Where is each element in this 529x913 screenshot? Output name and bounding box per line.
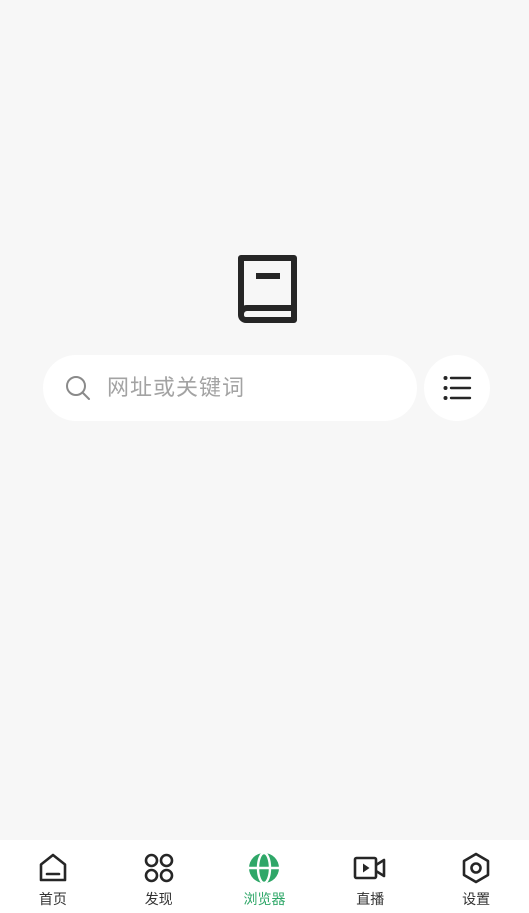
tab-settings-label: 设置: [462, 892, 491, 908]
tab-browser[interactable]: 浏览器: [212, 840, 318, 913]
browser-screen: 首页 发现 浏览器 直播: [0, 0, 529, 913]
settings-icon: [462, 852, 490, 884]
tab-home[interactable]: 首页: [0, 840, 106, 913]
tab-live[interactable]: 直播: [317, 840, 423, 913]
tab-discover[interactable]: 发现: [106, 840, 212, 913]
tab-settings[interactable]: 设置: [423, 840, 529, 913]
discover-icon: [144, 853, 173, 883]
menu-button[interactable]: [424, 355, 490, 421]
search-input[interactable]: [105, 367, 399, 409]
book-logo-icon: [238, 255, 297, 323]
tab-live-label: 直播: [356, 892, 385, 908]
bottom-tab-bar: 首页 发现 浏览器 直播 设置: [0, 840, 529, 913]
tab-discover-label: 发现: [144, 892, 173, 908]
list-menu-icon: [443, 376, 472, 400]
search-icon: [66, 376, 90, 400]
tab-home-label: 首页: [38, 892, 67, 908]
home-icon: [39, 853, 67, 882]
video-icon: [353, 856, 386, 880]
search-bar[interactable]: [43, 355, 417, 421]
globe-icon: [249, 851, 280, 885]
tab-browser-label: 浏览器: [243, 892, 286, 908]
